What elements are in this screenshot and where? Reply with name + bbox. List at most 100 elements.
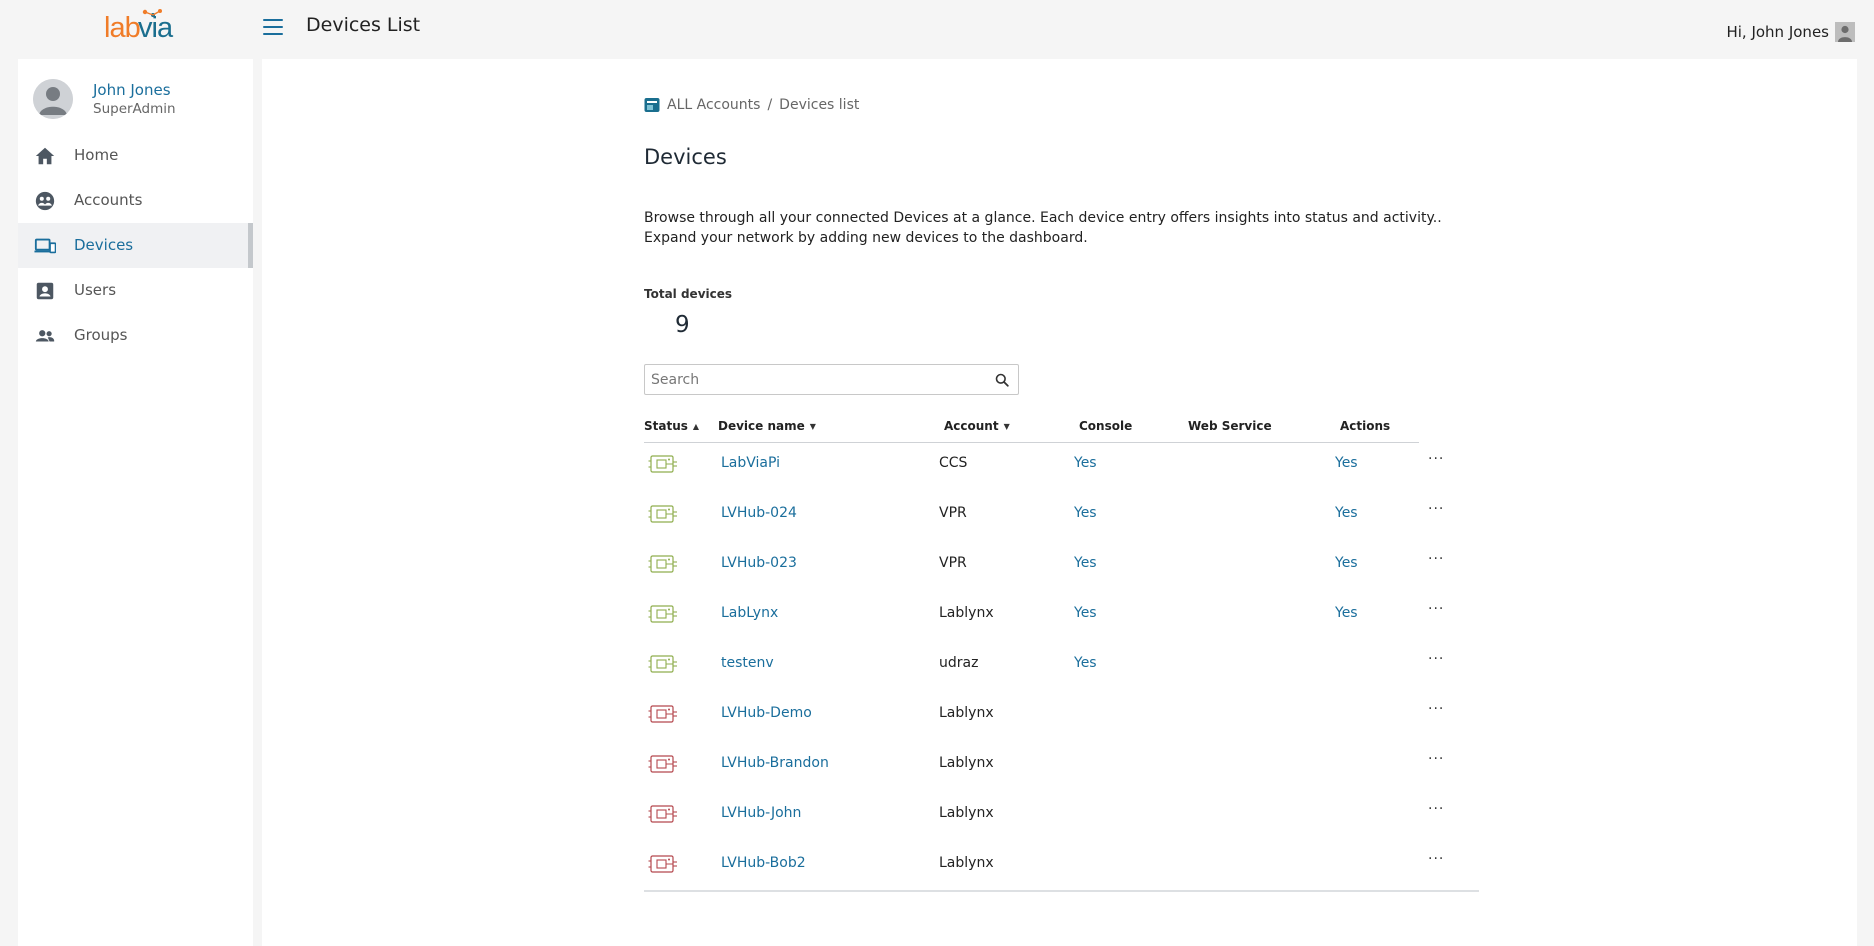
- device-account: CCS: [939, 455, 968, 471]
- description-line: Expand your network by adding new device…: [644, 230, 1088, 246]
- column-header-label: Web Service: [1188, 419, 1272, 433]
- table-bottom-divider: [644, 890, 1479, 892]
- device-name-link[interactable]: LVHub-Brandon: [721, 755, 829, 771]
- device-account: Lablynx: [939, 805, 994, 821]
- menu-toggle-button[interactable]: [263, 18, 283, 36]
- table-row: LabLynx Lablynx Yes Yes ···: [644, 589, 1479, 639]
- column-header-label: Account: [944, 419, 999, 433]
- column-header-label: Device name: [718, 419, 805, 433]
- column-header-status[interactable]: Status ▲: [644, 419, 699, 433]
- device-name-link[interactable]: LVHub-Bob2: [721, 855, 806, 871]
- device-online-icon: [648, 603, 678, 625]
- device-name-link[interactable]: LVHub-023: [721, 555, 797, 571]
- device-account: Lablynx: [939, 855, 994, 871]
- device-offline-icon: [648, 853, 678, 875]
- search-icon[interactable]: [995, 373, 1009, 387]
- more-options-button[interactable]: ···: [1428, 801, 1444, 817]
- hamburger-bar: [263, 33, 283, 35]
- table-row: LVHub-Bob2 Lablynx ···: [644, 839, 1479, 889]
- total-devices-count: 9: [675, 312, 690, 338]
- sidebar-item-users[interactable]: Users: [18, 268, 253, 313]
- devices-table: Status ▲ Device name ▼ Account ▼ Console…: [644, 419, 1479, 892]
- labvia-logo[interactable]: lab via: [104, 9, 174, 48]
- breadcrumb: ALL Accounts / Devices list: [644, 97, 859, 113]
- table-header: Status ▲ Device name ▼ Account ▼ Console…: [644, 419, 1419, 443]
- column-header-label: Status: [644, 419, 688, 433]
- actions-link[interactable]: Yes: [1335, 505, 1358, 521]
- table-row: LVHub-Demo Lablynx ···: [644, 689, 1479, 739]
- table-row: LVHub-024 VPR Yes Yes ···: [644, 489, 1479, 539]
- sidebar-item-devices[interactable]: Devices: [18, 223, 253, 268]
- search-input[interactable]: [651, 369, 971, 391]
- more-options-button[interactable]: ···: [1428, 751, 1444, 767]
- sidebar-item-groups[interactable]: Groups: [18, 313, 253, 358]
- table-row: LabViaPi CCS Yes Yes ···: [644, 439, 1479, 489]
- profile-role: SuperAdmin: [93, 101, 176, 117]
- column-header-actions: Actions: [1340, 419, 1390, 433]
- sidebar-item-label: Accounts: [74, 191, 143, 209]
- user-badge-icon: [36, 282, 54, 300]
- logo-spark-icon: [142, 9, 162, 17]
- total-devices-label: Total devices: [644, 287, 733, 301]
- table-row: LVHub-Brandon Lablynx ···: [644, 739, 1479, 789]
- actions-link[interactable]: Yes: [1335, 455, 1358, 471]
- console-link[interactable]: Yes: [1074, 605, 1097, 621]
- sort-descending-icon: ▼: [809, 421, 816, 431]
- device-online-icon: [648, 453, 678, 475]
- sidebar-nav: Home Accounts Devices Users Groups: [18, 133, 253, 358]
- console-link[interactable]: Yes: [1074, 455, 1097, 471]
- device-name-link[interactable]: LVHub-John: [721, 805, 801, 821]
- more-options-button[interactable]: ···: [1428, 851, 1444, 867]
- page-heading: Devices List: [306, 14, 421, 36]
- top-bar: lab via Devices List Hi, John Jones: [0, 0, 1874, 58]
- table-row: LVHub-023 VPR Yes Yes ···: [644, 539, 1479, 589]
- actions-link[interactable]: Yes: [1335, 555, 1358, 571]
- sidebar-item-accounts[interactable]: Accounts: [18, 178, 253, 223]
- device-online-icon: [648, 653, 678, 675]
- sidebar-item-label: Groups: [74, 326, 128, 344]
- column-header-web-service: Web Service: [1188, 419, 1272, 433]
- sort-descending-icon: ▼: [1003, 421, 1010, 431]
- device-name-link[interactable]: LabLynx: [721, 605, 778, 621]
- sidebar-item-label: Home: [74, 146, 119, 164]
- device-online-icon: [648, 503, 678, 525]
- column-header-device-name[interactable]: Device name ▼: [718, 419, 816, 433]
- more-options-button[interactable]: ···: [1428, 551, 1444, 567]
- device-name-link[interactable]: LabViaPi: [721, 455, 780, 471]
- breadcrumb-root-link[interactable]: ALL Accounts: [667, 97, 760, 113]
- device-name-link[interactable]: LVHub-024: [721, 505, 797, 521]
- device-offline-icon: [648, 703, 678, 725]
- user-avatar-icon: [1835, 22, 1855, 42]
- column-header-console: Console: [1079, 419, 1132, 433]
- device-account: Lablynx: [939, 705, 994, 721]
- more-options-button[interactable]: ···: [1428, 601, 1444, 617]
- console-link[interactable]: Yes: [1074, 655, 1097, 671]
- breadcrumb-separator: /: [767, 97, 773, 113]
- more-options-button[interactable]: ···: [1428, 651, 1444, 667]
- more-options-button[interactable]: ···: [1428, 451, 1444, 467]
- actions-link[interactable]: Yes: [1335, 605, 1358, 621]
- description-line: Browse through all your connected Device…: [644, 210, 1442, 226]
- column-header-account[interactable]: Account ▼: [944, 419, 1010, 433]
- accounts-folder-icon: [644, 98, 660, 112]
- more-options-button[interactable]: ···: [1428, 701, 1444, 717]
- device-offline-icon: [648, 753, 678, 775]
- device-account: VPR: [939, 505, 967, 521]
- console-link[interactable]: Yes: [1074, 555, 1097, 571]
- sidebar-item-home[interactable]: Home: [18, 133, 253, 178]
- device-name-link[interactable]: LVHub-Demo: [721, 705, 812, 721]
- device-account: udraz: [939, 655, 979, 671]
- profile-name[interactable]: John Jones: [93, 81, 171, 99]
- more-options-button[interactable]: ···: [1428, 501, 1444, 517]
- console-link[interactable]: Yes: [1074, 505, 1097, 521]
- device-account: Lablynx: [939, 605, 994, 621]
- device-online-icon: [648, 553, 678, 575]
- device-offline-icon: [648, 803, 678, 825]
- user-menu[interactable]: Hi, John Jones: [1726, 22, 1855, 42]
- hamburger-bar: [263, 19, 283, 21]
- groups-icon: [35, 330, 55, 342]
- table-row: testenv udraz Yes ···: [644, 639, 1479, 689]
- device-name-link[interactable]: testenv: [721, 655, 774, 671]
- search-box: [644, 364, 1019, 395]
- sidebar-item-label: Devices: [74, 236, 134, 254]
